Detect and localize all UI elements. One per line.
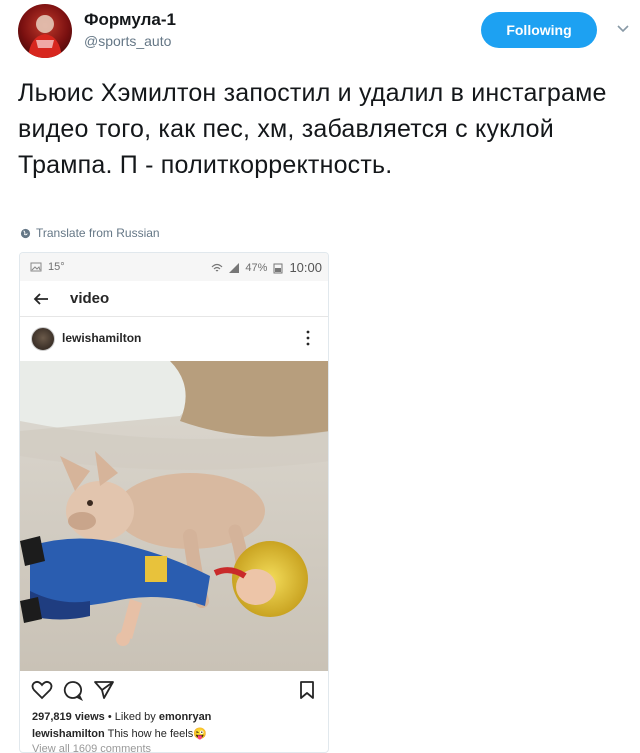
status-temperature: 15°	[48, 261, 65, 273]
back-arrow-icon[interactable]	[32, 290, 50, 308]
tweet: Формула-1 @sports_auto Following Льюис Х…	[0, 0, 640, 753]
instagram-header-title: video	[70, 290, 110, 307]
post-header: lewishamilton	[20, 317, 328, 361]
globe-icon	[20, 228, 31, 238]
post-views-line: 297,819 views • Liked by emonryan	[32, 711, 211, 723]
signal-icon	[229, 262, 240, 273]
embedded-instagram-screenshot[interactable]: 15° 47% 10:00 video lewishamilton 297,81…	[19, 252, 329, 753]
phone-status-bar: 15° 47% 10:00	[20, 253, 328, 281]
caption-text: This how he feels😜	[107, 728, 207, 740]
post-username[interactable]: lewishamilton	[62, 331, 141, 345]
caption-username[interactable]: lewishamilton	[32, 728, 105, 740]
comment-icon[interactable]	[62, 679, 84, 701]
instagram-header: video	[20, 281, 328, 317]
chevron-down-icon[interactable]	[615, 20, 631, 36]
dog-with-doll-photo	[20, 361, 328, 671]
status-battery: 47%	[245, 261, 268, 274]
post-photo[interactable]	[20, 361, 328, 671]
post-caption: lewishamilton This how he feels😜	[32, 727, 207, 740]
author-display-name[interactable]: Формула-1	[84, 10, 176, 30]
liked-by-prefix: Liked by	[114, 711, 156, 723]
views-separator: •	[107, 711, 115, 723]
author-handle[interactable]: @sports_auto	[84, 33, 171, 49]
avatar-image	[28, 15, 62, 58]
following-button[interactable]: Following	[481, 12, 597, 48]
translate-link[interactable]: Translate from Russian	[20, 226, 160, 240]
post-avatar[interactable]	[31, 327, 55, 351]
image-notification-icon	[30, 262, 42, 272]
post-actions	[20, 679, 328, 709]
post-views: 297,819 views	[32, 711, 105, 723]
status-time: 10:00	[289, 260, 322, 275]
tweet-text: Льюис Хэмилтон запостил и удалил в инста…	[18, 79, 607, 179]
liked-by-user[interactable]: emonryan	[159, 711, 212, 723]
translate-label: Translate from Russian	[36, 226, 160, 240]
battery-icon	[273, 263, 283, 273]
bookmark-icon[interactable]	[296, 679, 318, 701]
author-avatar[interactable]	[18, 4, 72, 58]
heart-icon[interactable]	[31, 679, 53, 701]
view-comments-link[interactable]: View all 1609 comments	[32, 743, 151, 752]
send-icon[interactable]	[93, 679, 115, 701]
wifi-icon	[211, 263, 223, 271]
more-vertical-icon[interactable]	[303, 329, 313, 347]
